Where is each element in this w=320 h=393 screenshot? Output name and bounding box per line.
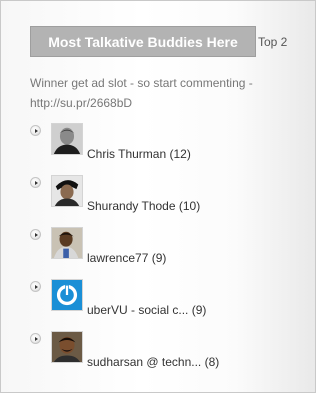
talkative-buddies-widget: Most Talkative Buddies Here Top 2 Winner… — [0, 0, 316, 393]
bullet-arrow-icon — [30, 333, 41, 344]
avatar[interactable] — [51, 123, 83, 155]
buddy-name: lawrence77 — [87, 251, 149, 265]
description-url-link[interactable]: http://su.pr/2668bD — [30, 96, 132, 110]
buddy-name-link[interactable]: sudharsan @ techn... (8) — [87, 355, 219, 369]
description-text: Winner get ad slot - so start commenting… — [30, 76, 253, 90]
buddy-name-link[interactable]: Chris Thurman (12) — [87, 147, 191, 161]
buddy-name: sudharsan @ techn... — [87, 355, 202, 369]
widget-header: Most Talkative Buddies Here Top 2 — [30, 26, 287, 57]
comment-count: (12) — [169, 147, 191, 161]
widget-description: Winner get ad slot - so start commenting… — [30, 73, 300, 113]
bullet-arrow-icon — [30, 125, 41, 136]
buddy-name: uberVU - social c... — [87, 303, 189, 317]
avatar[interactable] — [51, 331, 83, 363]
ubervu-logo-icon — [52, 280, 82, 310]
avatar[interactable] — [51, 175, 83, 207]
buddy-name-link[interactable]: lawrence77 (9) — [87, 251, 166, 265]
buddy-name-link[interactable]: uberVU - social c... (9) — [87, 303, 206, 317]
comment-count: (10) — [178, 199, 201, 213]
buddy-name-link[interactable]: Shurandy Thode (10) — [87, 199, 200, 213]
bullet-arrow-icon — [30, 281, 41, 292]
comment-count: (9) — [151, 251, 167, 265]
bullet-arrow-icon — [30, 229, 41, 240]
bullet-arrow-icon — [30, 177, 41, 188]
top-count-link[interactable]: Top 2 — [258, 35, 287, 49]
buddy-name: Chris Thurman — [87, 147, 167, 161]
comment-count: (9) — [191, 303, 207, 317]
widget-title-button[interactable]: Most Talkative Buddies Here — [30, 26, 256, 57]
avatar[interactable] — [51, 279, 83, 311]
buddy-name: Shurandy Thode — [87, 199, 176, 213]
avatar[interactable] — [51, 227, 83, 259]
comment-count: (8) — [204, 355, 220, 369]
